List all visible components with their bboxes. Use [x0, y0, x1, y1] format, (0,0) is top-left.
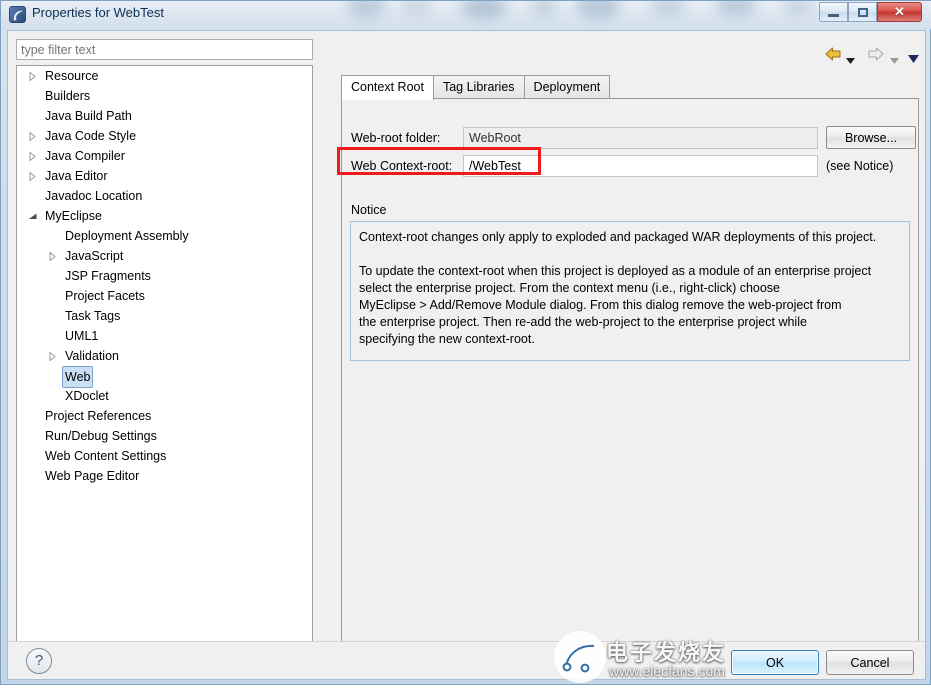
chevron-right-icon[interactable] — [27, 66, 38, 86]
tree-item-label: JSP Fragments — [62, 266, 154, 286]
dialog-body: ResourceBuildersJava Build PathJava Code… — [7, 30, 926, 680]
tree-item-label: Java Compiler — [42, 146, 128, 166]
tree-item-label: Task Tags — [62, 306, 123, 326]
tree-item-label: Project Facets — [62, 286, 148, 306]
desktop-blur-blob — [461, 1, 507, 19]
tree-item-deployment-assembly[interactable]: Deployment Assembly — [17, 226, 312, 246]
tree-item-label: Project References — [42, 406, 154, 426]
tree-item-label: Deployment Assembly — [62, 226, 192, 246]
tab-tag-libraries[interactable]: Tag Libraries — [433, 75, 525, 99]
tree-item-myeclipse[interactable]: MyEclipse — [17, 206, 312, 226]
desktop-blur-blob — [401, 1, 431, 17]
preferences-tree[interactable]: ResourceBuildersJava Build PathJava Code… — [16, 65, 313, 642]
cancel-button[interactable]: Cancel — [826, 650, 914, 675]
tree-item-web[interactable]: Web — [17, 366, 312, 386]
maximize-icon — [858, 8, 868, 17]
tree-item-uml1[interactable]: UML1 — [17, 326, 312, 346]
tree-item-label: JavaScript — [62, 246, 126, 266]
help-button[interactable]: ? — [26, 648, 52, 674]
chevron-right-icon[interactable] — [27, 146, 38, 166]
tree-item-label: Resource — [42, 66, 102, 86]
tree-item-run-debug-settings[interactable]: Run/Debug Settings — [17, 426, 312, 446]
tree-item-label: Web Content Settings — [42, 446, 169, 466]
tab-label: Deployment — [534, 80, 601, 94]
browse-button[interactable]: Browse... — [826, 126, 916, 149]
tree-item-label: UML1 — [62, 326, 101, 346]
desktop-blur-blob — [531, 1, 557, 17]
web-context-root-label: Web Context-root: — [351, 155, 452, 177]
forward-menu-chevron-down-icon — [890, 51, 899, 69]
window-title: Properties for WebTest — [32, 5, 164, 20]
tree-item-project-facets[interactable]: Project Facets — [17, 286, 312, 306]
tree-item-label: Run/Debug Settings — [42, 426, 160, 446]
filter-input[interactable] — [16, 39, 313, 60]
tree-item-task-tags[interactable]: Task Tags — [17, 306, 312, 326]
title-bar: Properties for WebTest ✕ — [1, 1, 931, 29]
chevron-right-icon[interactable] — [27, 166, 38, 186]
chevron-right-icon[interactable] — [47, 246, 58, 266]
tab-context-root[interactable]: Context Root — [341, 75, 434, 100]
tree-item-label: Web Page Editor — [42, 466, 142, 486]
tree-item-xdoclet[interactable]: XDoclet — [17, 386, 312, 406]
tree-item-javadoc-location[interactable]: Javadoc Location — [17, 186, 312, 206]
tree-item-label: Builders — [42, 86, 93, 106]
tree-item-resource[interactable]: Resource — [17, 66, 312, 86]
back-arrow-icon[interactable] — [825, 47, 841, 66]
notice-text: Context-root changes only apply to explo… — [350, 221, 910, 361]
desktop-blur-blob — [346, 1, 386, 19]
see-notice-label: (see Notice) — [826, 155, 893, 177]
tree-item-label: Web — [62, 366, 93, 388]
tree-item-label: Java Code Style — [42, 126, 139, 146]
desktop-blur-blob — [576, 1, 620, 19]
maximize-button[interactable] — [848, 2, 877, 22]
chevron-right-icon[interactable] — [27, 126, 38, 146]
tree-item-label: XDoclet — [62, 386, 112, 406]
tree-item-java-code-style[interactable]: Java Code Style — [17, 126, 312, 146]
chevron-down-icon[interactable] — [27, 206, 38, 226]
tree-item-java-compiler[interactable]: Java Compiler — [17, 146, 312, 166]
minimize-button[interactable] — [819, 2, 848, 22]
tree-item-label: Java Build Path — [42, 106, 135, 126]
back-menu-chevron-down-icon[interactable] — [846, 51, 855, 69]
minimize-icon — [828, 14, 839, 17]
close-button[interactable]: ✕ — [877, 2, 922, 22]
eclipse-icon — [9, 6, 26, 23]
tree-item-java-build-path[interactable]: Java Build Path — [17, 106, 312, 126]
tab-label: Context Root — [351, 80, 424, 94]
desktop-blur-blob — [651, 1, 685, 17]
dialog-button-bar: ? OK Cancel — [8, 641, 925, 679]
web-context-root-input[interactable] — [463, 155, 818, 177]
tree-item-label: MyEclipse — [42, 206, 105, 226]
tree-item-java-editor[interactable]: Java Editor — [17, 166, 312, 186]
tab-label: Tag Libraries — [443, 80, 515, 94]
context-root-tab-panel: Web-root folder: Browse... Web Context-r… — [341, 98, 919, 642]
tree-item-web-page-editor[interactable]: Web Page Editor — [17, 466, 312, 486]
tree-item-web-content-settings[interactable]: Web Content Settings — [17, 446, 312, 466]
view-menu-chevron-down-icon[interactable] — [908, 50, 919, 68]
desktop-blur-blob — [783, 1, 813, 16]
desktop-blur-blob — [716, 1, 756, 17]
tree-item-builders[interactable]: Builders — [17, 86, 312, 106]
tree-item-jsp-fragments[interactable]: JSP Fragments — [17, 266, 312, 286]
tab-deployment[interactable]: Deployment — [524, 75, 611, 99]
ok-button[interactable]: OK — [731, 650, 819, 675]
tree-item-project-references[interactable]: Project References — [17, 406, 312, 426]
tree-item-javascript[interactable]: JavaScript — [17, 246, 312, 266]
properties-dialog-window: Properties for WebTest ✕ ResourceBuilder… — [0, 0, 931, 685]
content-pane: Context Root Tag Libraries Deployment Web-… — [333, 39, 919, 642]
close-icon: ✕ — [878, 3, 921, 21]
chevron-right-icon[interactable] — [47, 346, 58, 366]
tree-item-label: Javadoc Location — [42, 186, 145, 206]
tree-item-label: Java Editor — [42, 166, 111, 186]
tab-strip: Context Root Tag Libraries Deployment — [341, 75, 609, 99]
forward-arrow-icon — [868, 47, 884, 66]
tree-item-label: Validation — [62, 346, 122, 366]
notice-title: Notice — [351, 203, 386, 217]
web-root-folder-input — [463, 127, 818, 149]
web-root-folder-label: Web-root folder: — [351, 127, 440, 149]
tree-item-validation[interactable]: Validation — [17, 346, 312, 366]
